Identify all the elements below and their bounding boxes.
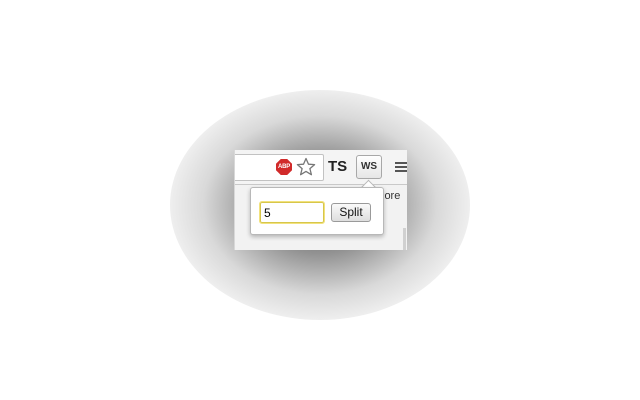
menu-icon-bar <box>395 170 407 172</box>
menu-icon-bar <box>395 162 407 164</box>
split-count-input[interactable] <box>259 201 325 224</box>
menu-icon-bar <box>395 166 407 168</box>
ts-extension-button[interactable]: TS <box>328 159 347 175</box>
star-icon[interactable] <box>296 157 316 177</box>
menu-icon[interactable] <box>395 162 407 174</box>
page-scrollbar[interactable] <box>403 228 406 250</box>
ws-extension-button[interactable]: WS <box>356 155 382 179</box>
browser-toolbar: ABP TS WS <box>235 150 407 185</box>
split-button[interactable]: Split <box>331 203 371 222</box>
split-popup: Split <box>250 187 384 235</box>
screenshot-stage: ABP TS WS lore Split <box>0 0 640 400</box>
bookmark-item[interactable]: lore <box>382 190 400 202</box>
